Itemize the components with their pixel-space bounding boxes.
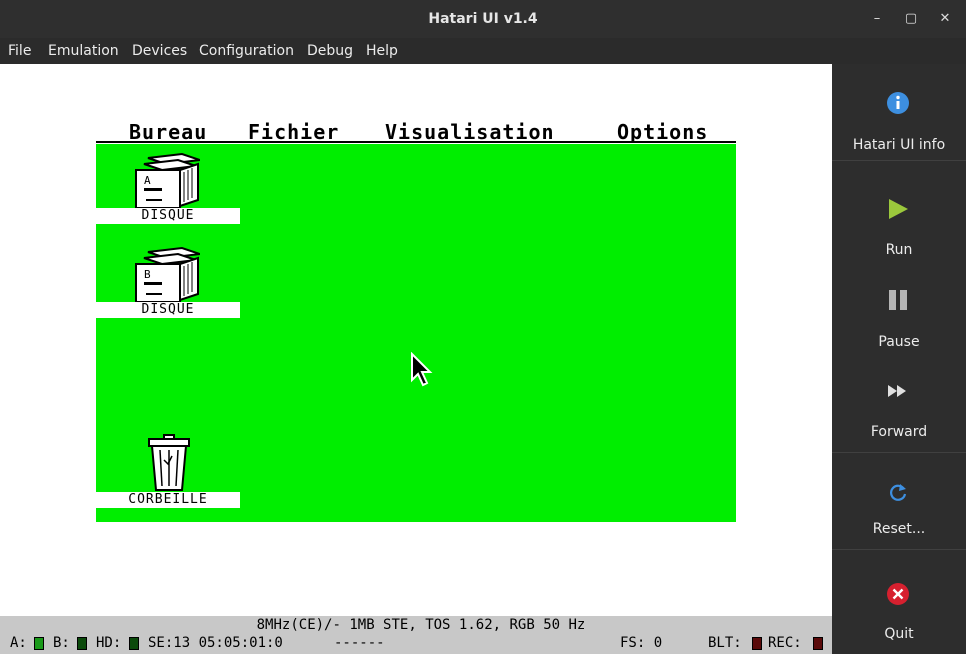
run-button[interactable]: Run — [832, 161, 966, 258]
gem-menu-options[interactable]: Options — [617, 120, 708, 144]
menu-devices[interactable]: Devices — [132, 43, 187, 59]
desktop-icon-drive-a[interactable]: A DISQUE — [96, 144, 240, 226]
floppy-drive-icon: A — [135, 152, 200, 209]
menu-debug[interactable]: Debug — [307, 43, 353, 59]
frameskip-value: FS: 0 — [620, 635, 663, 651]
hd-label: HD: — [96, 635, 122, 651]
emulator-screen[interactable]: Bureau Fichier Visualisation Options A D… — [0, 64, 832, 616]
maximize-button[interactable]: ▢ — [900, 8, 922, 30]
drive-b-led — [77, 637, 87, 650]
gem-menu-visualisation[interactable]: Visualisation — [385, 120, 555, 144]
icon-label-drive-b: DISQUE — [96, 302, 240, 318]
drive-letter-b: B — [144, 268, 151, 281]
menu-emulation[interactable]: Emulation — [48, 43, 119, 59]
reset-button[interactable]: Reset... — [832, 453, 966, 549]
pause-button-label: Pause — [878, 334, 920, 350]
menu-file[interactable]: File — [8, 43, 31, 59]
run-button-label: Run — [885, 242, 913, 258]
drive-a-label: A: — [10, 635, 27, 651]
desktop-icon-trash[interactable]: CORBEILLE — [96, 434, 240, 514]
pause-icon — [889, 290, 907, 310]
desktop-icon-drive-b[interactable]: B DISQUE — [96, 238, 240, 320]
record-label: REC: — [768, 635, 802, 651]
record-led — [813, 637, 823, 650]
quit-icon — [887, 583, 909, 605]
blitter-led — [752, 637, 762, 650]
window-title: Hatari UI v1.4 — [428, 11, 538, 27]
reset-button-label: Reset... — [872, 521, 926, 537]
gem-menu-bureau[interactable]: Bureau — [129, 120, 207, 144]
menu-configuration[interactable]: Configuration — [199, 43, 294, 59]
menu-help[interactable]: Help — [366, 43, 398, 59]
info-icon — [887, 92, 909, 114]
message-dashes: ------ — [334, 635, 385, 651]
minimize-button[interactable]: – — [866, 8, 888, 30]
trash-can-icon — [148, 434, 190, 491]
drive-a-led — [34, 637, 44, 650]
reset-icon — [890, 484, 907, 501]
icon-label-drive-a: DISQUE — [96, 208, 240, 224]
menu-bar: File Emulation Devices Configuration Deb… — [0, 38, 966, 64]
floppy-drive-icon: B — [135, 246, 200, 303]
icon-label-trash: CORBEILLE — [96, 492, 240, 508]
gem-desktop[interactable]: A DISQUE B DISQUE CORBEILLE — [96, 144, 736, 522]
drive-letter-a: A — [144, 174, 151, 187]
info-button[interactable]: Hatari UI info — [832, 64, 966, 160]
window-titlebar: Hatari UI v1.4 – ▢ ✕ — [0, 0, 966, 38]
machine-status-text: 8MHz(CE)/- 1MB STE, TOS 1.62, RGB 50 Hz — [256, 617, 586, 633]
info-button-label: Hatari UI info — [852, 137, 946, 153]
quit-button-label: Quit — [884, 626, 914, 642]
gem-menu-bar: Bureau Fichier Visualisation Options — [96, 119, 736, 144]
play-icon — [889, 199, 908, 219]
gem-menu-fichier[interactable]: Fichier — [248, 120, 339, 144]
mouse-pointer-icon — [411, 352, 433, 387]
pause-button[interactable]: Pause — [832, 258, 966, 350]
drive-b-label: B: — [53, 635, 70, 651]
fast-forward-icon — [888, 385, 906, 397]
quit-button[interactable]: Quit — [832, 550, 966, 654]
blitter-label: BLT: — [708, 635, 742, 651]
control-panel: Hatari UI info Run Pause Forward Reset..… — [832, 64, 966, 654]
status-bar: 8MHz(CE)/- 1MB STE, TOS 1.62, RGB 50 Hz … — [0, 616, 832, 654]
session-time: SE:13 05:05:01:0 — [148, 635, 283, 651]
hd-led — [129, 637, 139, 650]
forward-button[interactable]: Forward — [832, 349, 966, 452]
close-button[interactable]: ✕ — [934, 8, 956, 30]
forward-button-label: Forward — [870, 424, 928, 440]
